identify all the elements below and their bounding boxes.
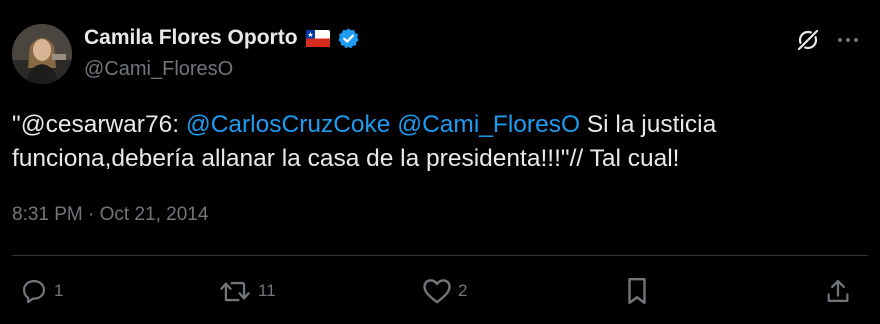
reply-count: 1 [54,281,64,300]
bookmark-button[interactable] [624,276,650,306]
tweet-text: "@cesarwar76: @CarlosCruzCoke @Cami_Flor… [12,108,862,176]
mention-link-carloscruzcoke[interactable]: @CarlosCruzCoke [186,111,391,138]
grok-button[interactable] [793,25,823,55]
reply-icon [20,277,48,305]
bookmark-icon [624,276,650,306]
heart-icon [422,277,452,305]
retweet-button[interactable]: 11 [218,276,276,306]
reply-button[interactable]: 1 [20,276,63,306]
like-button[interactable]: 2 [422,276,467,306]
share-icon [824,277,852,305]
retweet-icon [218,277,252,305]
share-button[interactable] [824,276,852,306]
divider [12,255,868,256]
author-name-row[interactable]: Camila Flores Oporto [84,26,360,50]
avatar[interactable] [12,24,72,84]
chile-flag-icon [305,29,330,47]
like-count: 2 [458,281,468,300]
author-handle[interactable]: @Cami_FloresO [84,58,233,81]
more-dots-icon [837,37,859,43]
verified-badge-icon [337,27,360,50]
more-options-button[interactable] [833,25,863,55]
tweet-timestamp[interactable]: 8:31 PM · Oct 21, 2014 [12,204,208,226]
mention-link-cami-floreso[interactable]: @Cami_FloresO [397,111,580,138]
author-display-name[interactable]: Camila Flores Oporto [84,26,298,50]
tweet-quote-prefix: "@cesarwar76: [12,111,186,138]
retweet-count: 11 [258,281,276,300]
grok-icon [795,27,821,53]
